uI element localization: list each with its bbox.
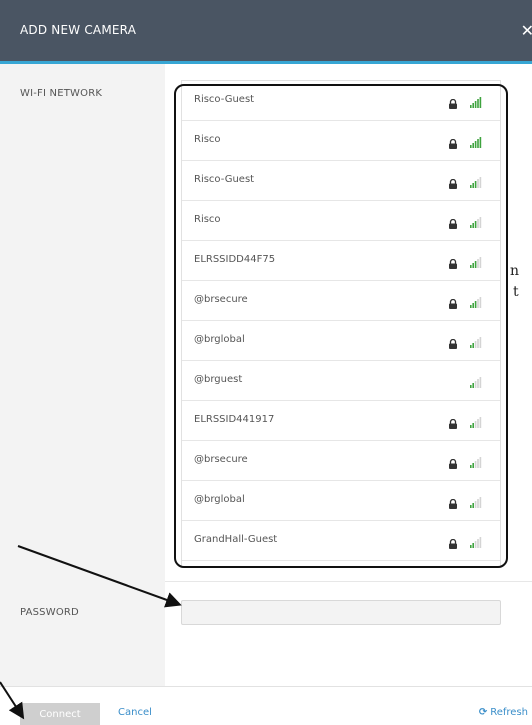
signal-strength-icon: [470, 453, 482, 468]
refresh-link[interactable]: ⟳ Refresh: [479, 707, 528, 718]
lock-icon: [448, 94, 458, 109]
wifi-ssid: Risco: [194, 134, 221, 145]
wifi-ssid: Risco-Guest: [194, 94, 255, 105]
wifi-network-row[interactable]: @brsecure: [182, 281, 500, 321]
signal-strength-icon: [470, 253, 482, 268]
wifi-network-label: WI-FI NETWORK: [20, 88, 103, 99]
lock-icon: [448, 174, 458, 189]
wifi-ssid: GrandHall-Guest: [194, 534, 278, 545]
signal-strength-icon: [470, 93, 482, 108]
password-label: PASSWORD: [20, 607, 79, 618]
dialog-header: ADD NEW CAMERA ✕: [0, 0, 532, 64]
wifi-network-row[interactable]: ELRSSIDD44F75: [182, 241, 500, 281]
wifi-ssid: ELRSSID441917: [194, 414, 275, 425]
signal-strength-icon: [470, 213, 482, 228]
signal-strength-icon: [470, 373, 482, 388]
wifi-ssid: ELRSSIDD44F75: [194, 254, 276, 265]
wifi-network-row[interactable]: Risco-Guest: [182, 161, 500, 201]
lock-icon: [448, 254, 458, 269]
lock-icon: [448, 534, 458, 549]
wifi-network-row[interactable]: @brglobal: [182, 321, 500, 361]
wifi-network-row[interactable]: ELRSSID441917: [182, 401, 500, 441]
lock-icon: [448, 454, 458, 469]
wifi-network-list[interactable]: Risco-Guest Risco Risco-Guest Risco ELRSSIDD…: [181, 80, 501, 568]
signal-strength-icon: [470, 533, 482, 548]
lock-icon: [448, 414, 458, 429]
refresh-label: Refresh: [490, 707, 528, 718]
wifi-network-row[interactable]: Risco-Guest: [182, 81, 500, 121]
signal-strength-icon: [470, 493, 482, 508]
overlay-text-line1: n: [510, 263, 520, 279]
wifi-ssid: @brglobal: [194, 334, 245, 345]
signal-strength-icon: [470, 293, 482, 308]
dialog-title: ADD NEW CAMERA: [20, 23, 137, 37]
lock-icon: [448, 134, 458, 149]
section-divider: [165, 581, 532, 582]
password-input[interactable]: [181, 600, 501, 625]
lock-icon: [448, 214, 458, 229]
wifi-ssid: Risco: [194, 214, 221, 225]
sidebar: [0, 64, 165, 686]
cancel-link[interactable]: Cancel: [118, 707, 152, 718]
wifi-ssid: Risco-Guest: [194, 174, 255, 185]
close-icon[interactable]: ✕: [521, 21, 532, 40]
wifi-ssid: @brglobal: [194, 494, 245, 505]
signal-strength-icon: [470, 173, 482, 188]
dialog-footer: Connect Cancel ⟳ Refresh: [0, 687, 532, 725]
wifi-network-row[interactable]: Risco: [182, 201, 500, 241]
wifi-network-row[interactable]: @brsecure: [182, 441, 500, 481]
lock-icon: [448, 494, 458, 509]
refresh-icon: ⟳: [478, 707, 488, 718]
signal-strength-icon: [470, 133, 482, 148]
signal-strength-icon: [470, 413, 482, 428]
wifi-network-row[interactable]: Risco: [182, 121, 500, 161]
wifi-network-row[interactable]: @brguest: [182, 361, 500, 401]
wifi-ssid: @brguest: [194, 374, 243, 385]
wifi-network-row[interactable]: GrandHall-Guest: [182, 521, 500, 561]
connect-button[interactable]: Connect: [20, 703, 100, 725]
wifi-ssid: @brsecure: [194, 454, 248, 465]
overlay-text-line2: t: [513, 284, 519, 300]
lock-icon: [448, 294, 458, 309]
wifi-ssid: @brsecure: [194, 294, 248, 305]
signal-strength-icon: [470, 333, 482, 348]
lock-icon: [448, 334, 458, 349]
wifi-network-row[interactable]: @brglobal: [182, 481, 500, 521]
